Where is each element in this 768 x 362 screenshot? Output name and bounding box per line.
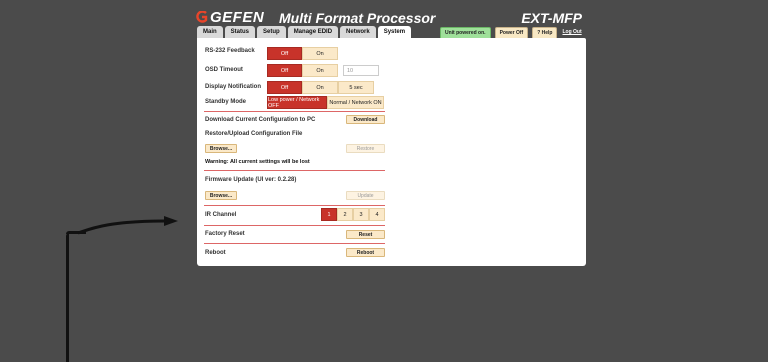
- model-name: EXT-MFP: [521, 10, 582, 26]
- restore-config-label: Restore/Upload Configuration File: [205, 131, 303, 137]
- app-header: GEFEN Multi Format Processor EXT-MFP: [196, 8, 586, 26]
- firmware-update-button[interactable]: Update: [346, 191, 385, 200]
- divider: [204, 225, 385, 226]
- rs232-toggle: Off On: [267, 47, 338, 60]
- tab-bar: Main Status Setup Manage EDID Network Sy…: [197, 26, 412, 38]
- restore-browse-button[interactable]: Browse...: [205, 144, 237, 153]
- gefen-logo-icon: [196, 11, 208, 23]
- restore-warning: Warning: All current settings will be lo…: [205, 159, 310, 165]
- annotation-arrow-icon: [78, 216, 178, 235]
- tab-setup[interactable]: Setup: [257, 26, 286, 38]
- system-panel: RS-232 Feedback Off On OSD Timeout Off O…: [197, 38, 586, 266]
- standby-normal-button[interactable]: Normal / Network ON: [327, 96, 384, 109]
- display-5sec-button[interactable]: 5 sec: [338, 81, 374, 94]
- display-off-button[interactable]: Off: [267, 81, 302, 94]
- tab-system[interactable]: System: [377, 26, 412, 38]
- display-on-button[interactable]: On: [302, 81, 338, 94]
- firmware-update-label: Firmware Update (UI ver: 0.2.28): [205, 177, 297, 183]
- reboot-button[interactable]: Reboot: [346, 248, 385, 257]
- firmware-browse-button[interactable]: Browse...: [205, 191, 237, 200]
- tab-status[interactable]: Status: [224, 26, 256, 38]
- divider: [204, 111, 385, 112]
- restore-button[interactable]: Restore: [346, 144, 385, 153]
- ir-channel-3-button[interactable]: 3: [353, 208, 369, 221]
- osd-on-button[interactable]: On: [302, 64, 338, 77]
- divider: [204, 243, 385, 244]
- osd-toggle: Off On: [267, 64, 338, 77]
- ir-channel-4-button[interactable]: 4: [369, 208, 385, 221]
- rs232-off-button[interactable]: Off: [267, 47, 302, 60]
- tab-main[interactable]: Main: [197, 26, 223, 38]
- annotation-arrow-vertical: [66, 233, 69, 362]
- osd-timeout-input[interactable]: 10: [343, 65, 379, 76]
- ir-channel-2-button[interactable]: 2: [337, 208, 353, 221]
- ir-channel-selector: 1 2 3 4: [321, 208, 385, 221]
- standby-low-power-button[interactable]: Low power / Network OFF: [267, 96, 327, 109]
- tab-network[interactable]: Network: [340, 26, 376, 38]
- ir-channel-1-button[interactable]: 1: [321, 208, 337, 221]
- product-title: Multi Format Processor: [279, 10, 436, 26]
- rs232-on-button[interactable]: On: [302, 47, 338, 60]
- divider: [204, 170, 385, 171]
- osd-off-button[interactable]: Off: [267, 64, 302, 77]
- standby-toggle: Low power / Network OFF Normal / Network…: [267, 96, 384, 109]
- download-button[interactable]: Download: [346, 115, 385, 124]
- display-notification-toggle: Off On 5 sec: [267, 81, 374, 94]
- factory-reset-button[interactable]: Reset: [346, 230, 385, 239]
- tab-manage-edid[interactable]: Manage EDID: [287, 26, 339, 38]
- brand-logo: GEFEN: [210, 9, 265, 26]
- divider: [204, 205, 385, 206]
